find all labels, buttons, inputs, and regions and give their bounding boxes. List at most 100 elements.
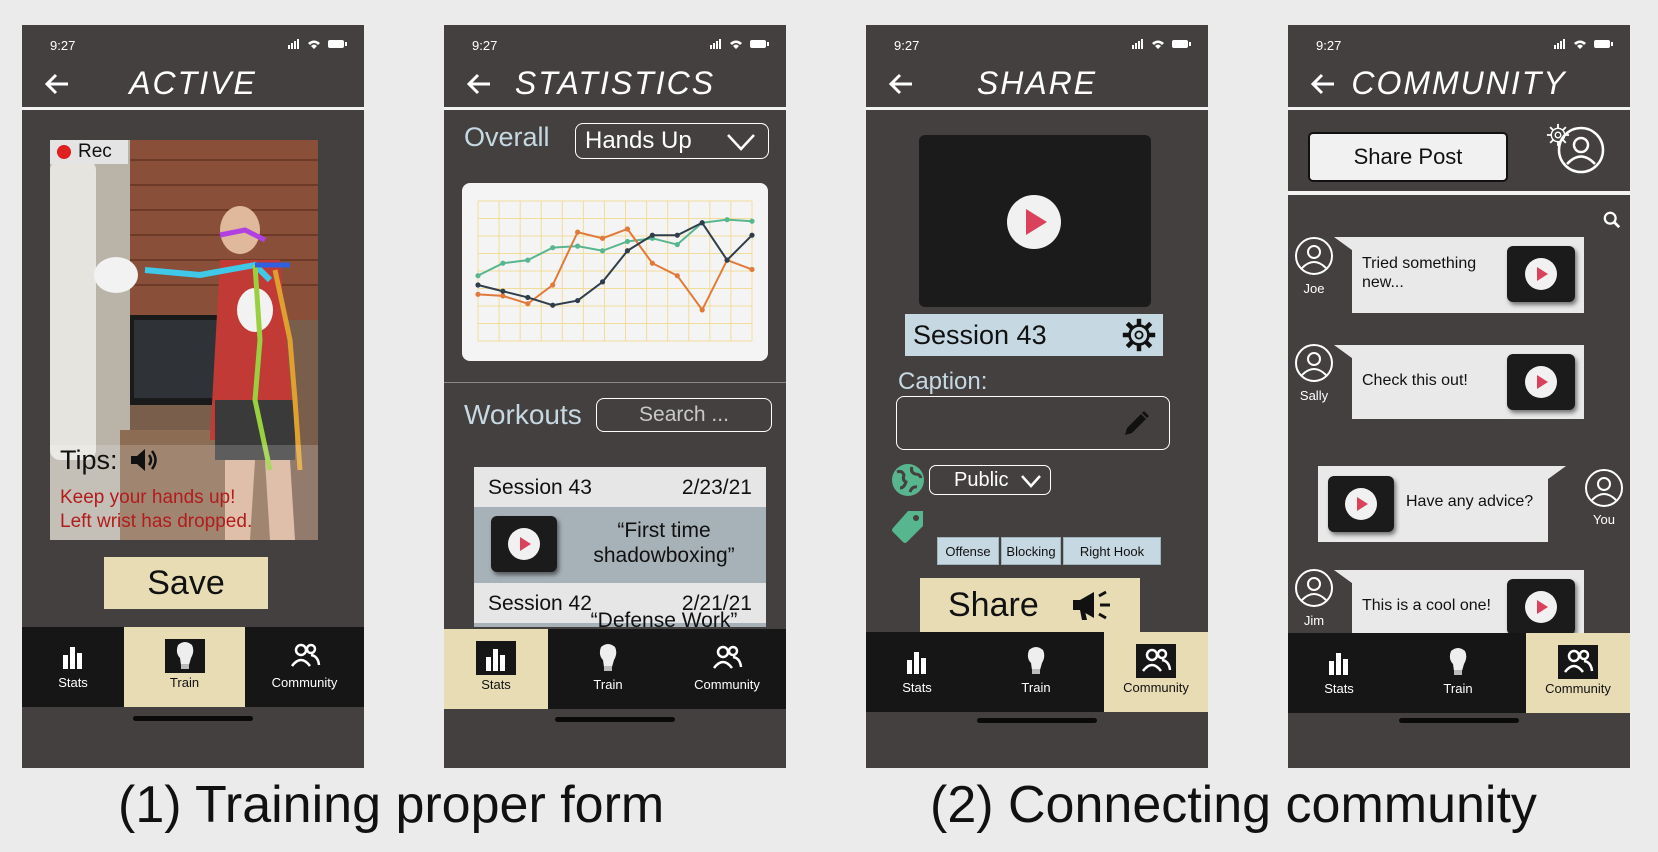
status-bar: 9:27 (444, 25, 786, 65)
tag-right-hook[interactable]: Right Hook (1063, 537, 1161, 565)
page-title: ACTIVE (129, 65, 257, 101)
nav-train[interactable]: Train (548, 629, 668, 709)
session-caption-line-1: “Defense Work” (590, 609, 738, 627)
session-caption-line-1: “First time (617, 519, 711, 542)
avatar-icon[interactable] (1294, 568, 1334, 608)
tag-blocking[interactable]: Blocking (1001, 537, 1061, 565)
chart-point-0-8 (674, 241, 680, 248)
video-thumbnail[interactable] (1507, 246, 1575, 302)
workout-search-input[interactable]: Search ... (596, 398, 772, 432)
header-divider (22, 107, 364, 110)
gear-icon[interactable] (1121, 317, 1157, 353)
chart-point-2-11 (749, 232, 755, 238)
nav-train[interactable]: Train (124, 627, 245, 707)
status-icons (288, 39, 347, 49)
share-post-button[interactable]: Share Post (1308, 132, 1508, 182)
nav-train-label: Train (1443, 681, 1473, 696)
metric-dropdown[interactable]: Hands Up (575, 123, 769, 159)
workout-list: Session 43 2/23/21 “First time shadowbox… (474, 467, 766, 627)
nav-community[interactable]: Community (245, 627, 364, 707)
chart-point-1-7 (649, 260, 655, 266)
chart-point-1-6 (624, 226, 631, 232)
tip-line-1: Keep your hands up! (60, 487, 236, 508)
nav-stats[interactable]: Stats (444, 629, 548, 709)
visibility-value: Public (954, 469, 1009, 491)
community-icon (713, 645, 743, 669)
play-button[interactable] (1525, 258, 1557, 290)
nav-stats-label: Stats (481, 677, 511, 692)
share-button[interactable]: Share (920, 578, 1140, 634)
home-indicator (977, 718, 1097, 723)
page-title: STATISTICS (514, 65, 716, 101)
section-divider (444, 382, 786, 383)
avatar-icon[interactable] (1584, 468, 1624, 508)
post-bubble[interactable]: Tried something new... (1334, 237, 1584, 313)
search-icon[interactable] (1603, 211, 1621, 229)
chart-point-2-2 (525, 294, 531, 301)
share-screen: 9:27 SHARE Session 43 Caption: Public Of… (866, 25, 1208, 768)
nav-train[interactable]: Train (1390, 633, 1526, 713)
post-bubble[interactable]: Check this out! (1334, 345, 1584, 419)
tip-line-2: Left wrist has dropped. (60, 511, 253, 532)
nav-community-label: Community (1123, 680, 1189, 695)
active-screen: 9:27 ACTIVE Rec Tips: Keep your hands up… (22, 25, 364, 768)
stats-icon (486, 649, 505, 671)
chart-point-0-11 (749, 218, 755, 224)
list-item-header[interactable]: Session 43 2/23/21 (474, 467, 766, 507)
nav-community[interactable]: Community (668, 629, 786, 709)
avatar-icon[interactable] (1294, 236, 1334, 276)
save-button[interactable]: Save (104, 557, 268, 609)
chart-point-1-3 (550, 282, 556, 288)
header: ACTIVE (22, 61, 364, 109)
video-preview[interactable] (919, 135, 1151, 307)
post-username: Joe (1303, 281, 1325, 296)
video-thumbnail[interactable] (1507, 354, 1575, 410)
bottom-nav: Stats Train Community (444, 629, 786, 709)
play-button[interactable] (1525, 366, 1557, 398)
caption-input[interactable] (896, 396, 1170, 450)
post-username: You (1593, 512, 1615, 527)
nav-stats[interactable]: Stats (866, 632, 968, 712)
video-thumbnail[interactable] (1328, 476, 1394, 532)
status-bar: 9:27 (866, 25, 1208, 65)
boxing-glove-icon (176, 642, 193, 669)
list-item-body[interactable]: “First time shadowboxing” (474, 507, 766, 583)
nav-stats[interactable]: Stats (1288, 633, 1390, 713)
profile-avatar-icon[interactable] (1556, 125, 1606, 175)
visibility-dropdown[interactable]: Public (929, 465, 1051, 495)
post-bubble-own[interactable]: Have any advice? (1318, 466, 1566, 542)
play-icon (520, 537, 531, 551)
video-thumbnail[interactable] (491, 516, 557, 572)
session-label-bar: Session 43 (905, 314, 1163, 356)
video-thumbnail[interactable] (1507, 579, 1575, 635)
chart-point-2-4 (575, 297, 581, 304)
speaker-icon[interactable] (128, 446, 160, 474)
chart-point-2-9 (699, 220, 705, 226)
nav-stats[interactable]: Stats (22, 627, 124, 707)
chart-point-0-3 (550, 245, 556, 251)
search-placeholder: Search ... (639, 403, 729, 426)
chart-point-1-2 (525, 301, 531, 307)
pencil-icon[interactable] (1121, 409, 1151, 439)
boxing-glove-icon (1449, 648, 1467, 675)
chart-point-0-6 (624, 238, 631, 245)
community-icon (290, 643, 320, 667)
nav-stats-label: Stats (902, 680, 932, 695)
stats-chart-card (462, 183, 768, 361)
boxing-glove-icon (1027, 647, 1045, 674)
nav-community[interactable]: Community (1104, 632, 1208, 712)
post-username: Jim (1303, 613, 1325, 628)
play-button[interactable] (508, 528, 540, 560)
status-icons (710, 39, 769, 49)
caption-label: Caption: (898, 368, 988, 395)
avatar-icon[interactable] (1294, 343, 1334, 383)
play-button[interactable] (1007, 195, 1061, 249)
header-divider (444, 107, 786, 110)
nav-train[interactable]: Train (968, 632, 1104, 712)
play-button[interactable] (1525, 591, 1557, 623)
header: SHARE (866, 61, 1208, 109)
chart-point-1-4 (575, 229, 581, 235)
tag-offense[interactable]: Offense (937, 537, 999, 565)
nav-community[interactable]: Community (1526, 633, 1630, 713)
play-button[interactable] (1345, 488, 1377, 520)
